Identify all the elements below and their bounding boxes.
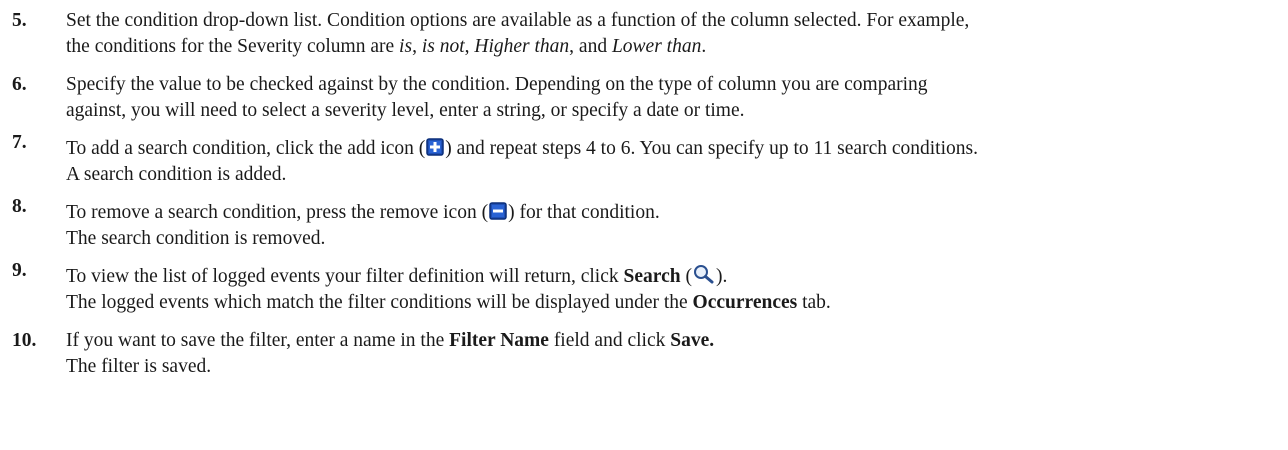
text: Set the condition drop-down list. Condit… [66, 10, 970, 31]
text: , [464, 36, 475, 57]
add-icon [426, 138, 445, 156]
condition-option-lower-than: Lower than [611, 36, 702, 57]
text: The logged events which match the filter… [66, 292, 693, 313]
step-result-line: The logged events which match the filter… [66, 290, 1282, 316]
step-number: 8. [12, 196, 27, 217]
search-icon [693, 264, 715, 284]
step-text-line: against, you will need to select a sever… [66, 100, 745, 121]
step-text-line: Specify the value to be checked against … [66, 74, 928, 95]
procedure-steps: 5. Set the condition drop-down list. Con… [12, 8, 1282, 392]
text: ) and repeat steps 4 to 6. You can speci… [445, 138, 978, 159]
text: . [701, 36, 707, 57]
step-9: 9. To view the list of logged events you… [12, 260, 1282, 316]
text: To remove a search condition, press the … [66, 202, 489, 223]
step-number: 6. [12, 74, 27, 95]
text: , and [569, 36, 612, 57]
condition-option-higher-than: Higher than [474, 36, 570, 57]
text: the conditions for the Severity column a… [66, 36, 400, 57]
step-6: 6. Specify the value to be checked again… [12, 72, 1282, 124]
step-5: 5. Set the condition drop-down list. Con… [12, 8, 1282, 60]
step-number: 7. [12, 132, 27, 153]
occurrences-tab-label: Occurrences [692, 292, 798, 313]
step-number: 9. [12, 260, 27, 281]
step-text-line: To add a search condition, click the add… [66, 136, 1282, 162]
text: ) for that condition. [508, 202, 660, 223]
search-button-label: Search [623, 266, 681, 287]
step-text-line: To remove a search condition, press the … [66, 200, 1282, 226]
step-text-line: Set the condition drop-down list. Condit… [66, 8, 1282, 34]
text: ( [680, 266, 692, 287]
step-text-line: If you want to save the filter, enter a … [66, 328, 1282, 354]
step-number: 5. [12, 10, 27, 31]
text: ). [715, 266, 728, 287]
condition-option-is: is [399, 36, 413, 57]
step-10: 10. If you want to save the filter, ente… [12, 328, 1282, 380]
step-7: 7. To add a search condition, click the … [12, 132, 1282, 188]
condition-option-is-not: is not [421, 36, 465, 57]
step-text-line: To view the list of logged events your f… [66, 264, 1282, 290]
text: field and click [548, 330, 671, 351]
step-number: 10. [12, 330, 37, 351]
remove-icon [489, 202, 507, 220]
text: To add a search condition, click the add… [66, 138, 426, 159]
step-text-line: the conditions for the Severity column a… [66, 34, 1282, 60]
text: If you want to save the filter, enter a … [66, 330, 450, 351]
step-result-line: A search condition is added. [66, 164, 287, 185]
step-result-line: The search condition is removed. [66, 228, 326, 249]
text: , [412, 36, 422, 57]
filter-name-field-label: Filter Name [449, 330, 549, 351]
text: tab. [797, 292, 831, 313]
step-result-line: The filter is saved. [66, 356, 212, 377]
text: To view the list of logged events your f… [66, 266, 624, 287]
save-button-label: Save. [670, 330, 715, 351]
step-8: 8. To remove a search condition, press t… [12, 196, 1282, 252]
